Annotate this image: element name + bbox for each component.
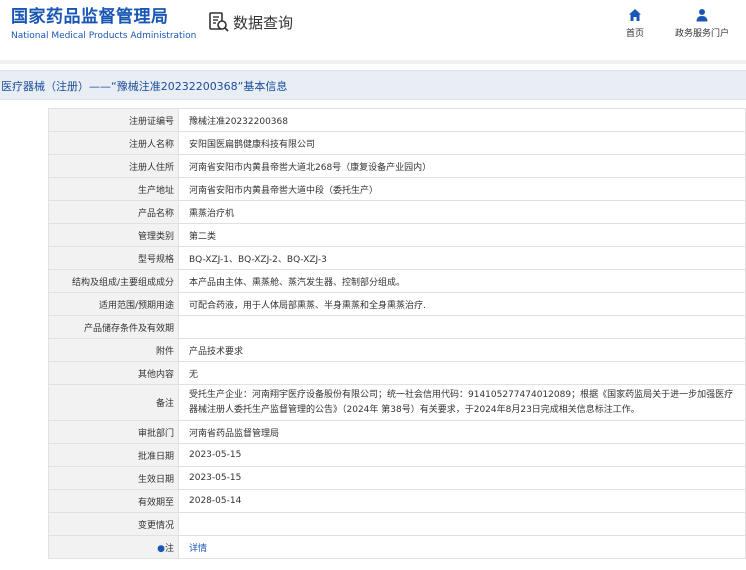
table-row: 适用范围/预期用途 可配合药液，用于人体局部熏蒸、半身熏蒸和全身熏蒸治疗. — [48, 292, 746, 316]
field-label: 管理类别 — [48, 223, 179, 247]
field-label: 批准日期 — [48, 443, 179, 467]
field-label: 变更情况 — [48, 512, 179, 536]
field-value — [178, 512, 746, 536]
field-label: 型号规格 — [48, 246, 179, 270]
table-row: 注册证编号 豫械注准20232200368 — [48, 108, 746, 132]
table-row: 其他内容 无 — [48, 361, 746, 385]
header-divider — [0, 60, 746, 64]
field-label: 备注 — [48, 384, 179, 421]
table-row: 型号规格 BQ-XZJ-1、BQ-XZJ-2、BQ-XZJ-3 — [48, 246, 746, 270]
note-label: 注 — [164, 543, 174, 554]
field-value: 可配合药液，用于人体局部熏蒸、半身熏蒸和全身熏蒸治疗. — [178, 292, 746, 316]
detail-table: 注册证编号 豫械注准20232200368 注册人名称 安阳国医扁鹊健康科技有限… — [48, 108, 746, 559]
field-value: 2023-05-15 — [178, 443, 746, 467]
details-link[interactable]: 详情 — [189, 544, 207, 554]
table-row: 产品名称 熏蒸治疗机 — [48, 200, 746, 224]
field-label: 附件 — [48, 338, 179, 362]
module-title-text: 数据查询 — [233, 13, 294, 32]
field-value: 第二类 — [178, 223, 746, 247]
field-value: 受托生产企业：河南翔宇医疗设备股份有限公司；统一社会信用代码：914105277… — [178, 384, 746, 421]
data-query-icon — [209, 12, 229, 32]
field-value — [178, 315, 746, 339]
logo-english: National Medical Products Administration — [11, 31, 197, 41]
table-row: 产品储存条件及有效期 — [48, 315, 746, 339]
note-value-cell: 详情 — [178, 535, 746, 559]
field-label: 适用范围/预期用途 — [48, 292, 179, 316]
note-marker-icon: ● — [157, 543, 165, 554]
nav-gov-portal[interactable]: 政务服务门户 — [672, 8, 732, 39]
page-title: 医疗器械（注册）——“豫械注准20232200368”基本信息 — [1, 80, 288, 93]
table-row: 注册人住所 河南省安阳市内黄县帝喾大道北268号（康复设备产业园内） — [48, 154, 746, 178]
table-row: 批准日期 2023-05-15 — [48, 443, 746, 467]
field-label: 注册证编号 — [48, 108, 179, 132]
field-value: 无 — [178, 361, 746, 385]
field-value: 产品技术要求 — [178, 338, 746, 362]
table-row: 管理类别 第二类 — [48, 223, 746, 247]
logo-chinese: 国家药品监督管理局 — [11, 7, 169, 27]
field-value: 2028-05-14 — [178, 489, 746, 513]
table-row: 生产地址 河南省安阳市内黄县帝喾大道中段（委托生产） — [48, 177, 746, 201]
table-row: 附件 产品技术要求 — [48, 338, 746, 362]
field-value: 熏蒸治疗机 — [178, 200, 746, 224]
table-row: 有效期至 2028-05-14 — [48, 489, 746, 513]
field-value: 2023-05-15 — [178, 466, 746, 490]
field-label: 生产地址 — [48, 177, 179, 201]
field-value: 安阳国医扁鹊健康科技有限公司 — [178, 131, 746, 155]
note-label-cell: ●注 — [48, 535, 179, 559]
field-value: 河南省安阳市内黄县帝喾大道中段（委托生产） — [178, 177, 746, 201]
field-value: 河南省安阳市内黄县帝喾大道北268号（康复设备产业园内） — [178, 154, 746, 178]
field-label: 生效日期 — [48, 466, 179, 490]
nav-gov-portal-label: 政务服务门户 — [674, 29, 729, 39]
record-title-bar: 医疗器械（注册）——“豫械注准20232200368”基本信息 — [0, 70, 746, 100]
field-label: 产品名称 — [48, 200, 179, 224]
field-label: 注册人住所 — [48, 154, 179, 178]
field-value: 河南省药品监督管理局 — [178, 420, 746, 444]
site-logo[interactable]: 国家药品监督管理局 National Medical Products Admi… — [11, 6, 196, 42]
field-label: 注册人名称 — [48, 131, 179, 155]
field-label: 其他内容 — [48, 361, 179, 385]
field-label: 审批部门 — [48, 420, 179, 444]
field-value: BQ-XZJ-1、BQ-XZJ-2、BQ-XZJ-3 — [178, 246, 746, 270]
user-icon — [696, 9, 708, 22]
table-row: 备注 受托生产企业：河南翔宇医疗设备股份有限公司；统一社会信用代码：914105… — [48, 384, 746, 421]
table-row: ●注 详情 — [48, 535, 746, 559]
field-value: 本产品由主体、熏蒸舱、蒸汽发生器、控制部分组成。 — [178, 269, 746, 293]
table-row: 变更情况 — [48, 512, 746, 536]
field-label: 结构及组成/主要组成成分 — [48, 269, 179, 293]
table-row: 结构及组成/主要组成成分 本产品由主体、熏蒸舱、蒸汽发生器、控制部分组成。 — [48, 269, 746, 293]
site-header: 国家药品监督管理局 National Medical Products Admi… — [0, 0, 746, 56]
nav-home-label: 首页 — [625, 29, 644, 39]
field-value: 豫械注准20232200368 — [178, 108, 746, 132]
table-row: 审批部门 河南省药品监督管理局 — [48, 420, 746, 444]
nav-home[interactable]: 首页 — [605, 8, 665, 39]
module-title: 数据查询 — [208, 10, 293, 34]
table-row: 注册人名称 安阳国医扁鹊健康科技有限公司 — [48, 131, 746, 155]
table-row: 生效日期 2023-05-15 — [48, 466, 746, 490]
home-icon — [629, 9, 641, 21]
field-label: 产品储存条件及有效期 — [48, 315, 179, 339]
field-label: 有效期至 — [48, 489, 179, 513]
